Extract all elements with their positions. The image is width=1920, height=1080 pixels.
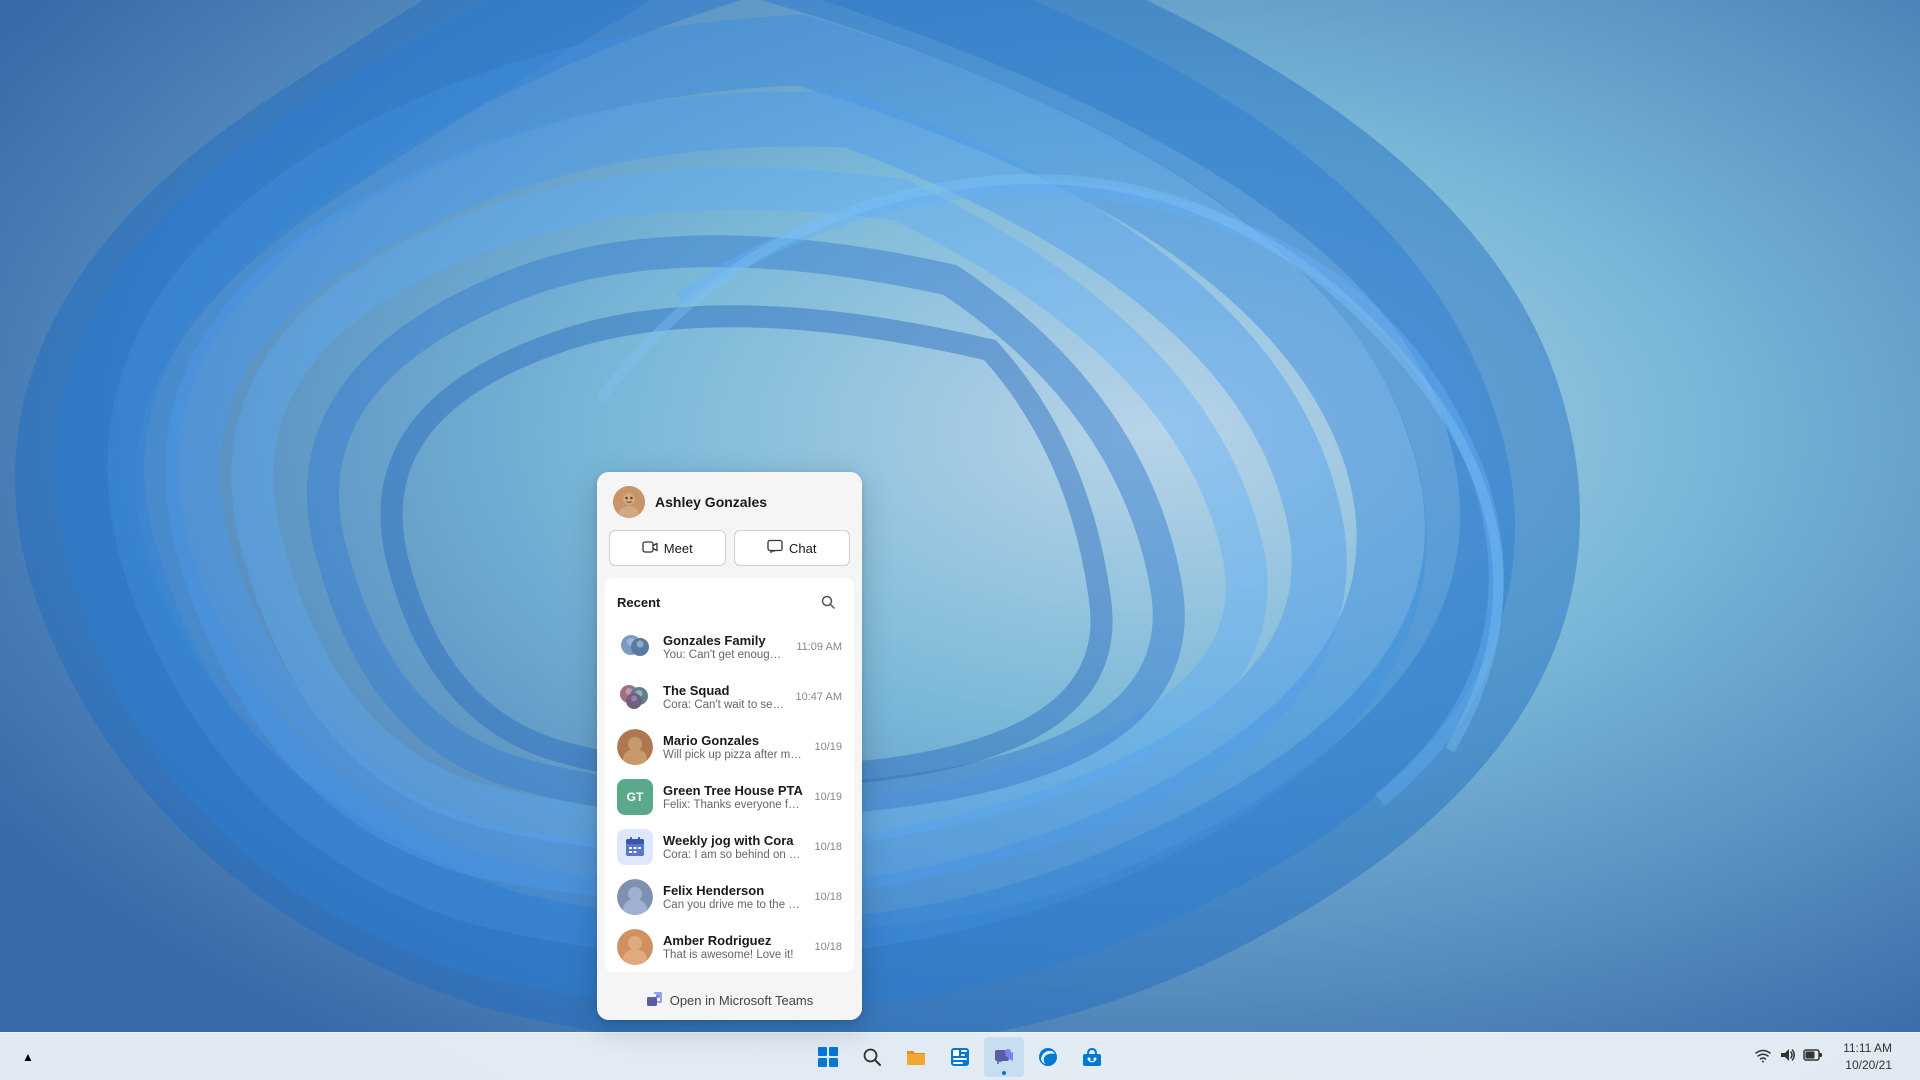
chat-avatar <box>617 929 653 965</box>
chat-info: Gonzales Family You: Can't get enough of… <box>663 633 786 661</box>
chat-avatar <box>617 729 653 765</box>
file-explorer-button[interactable] <box>896 1037 936 1077</box>
popup-action-buttons: Meet Chat <box>597 530 862 578</box>
teams-chat-button[interactable] <box>984 1037 1024 1077</box>
chat-name: Amber Rodriguez <box>663 933 804 948</box>
recent-section: Recent <box>605 578 854 972</box>
popup-header: Ashley Gonzales <box>597 472 862 530</box>
chat-avatar <box>617 679 653 715</box>
clock-date: 10/20/21 <box>1843 1057 1892 1074</box>
chat-icon <box>767 539 783 558</box>
system-tray-overflow[interactable]: ▲ <box>8 1037 48 1077</box>
chat-list: Gonzales Family You: Can't get enough of… <box>605 622 854 972</box>
meet-icon <box>642 539 658 558</box>
chat-avatar <box>617 629 653 665</box>
chat-item[interactable]: GT Green Tree House PTA Felix: Thanks ev… <box>609 772 850 822</box>
chat-avatar: GT <box>617 779 653 815</box>
battery-icon[interactable] <box>1803 1048 1823 1065</box>
chat-preview: Felix: Thanks everyone for attending tod… <box>663 799 804 811</box>
chat-item[interactable]: Felix Henderson Can you drive me to the … <box>609 872 850 922</box>
store-button[interactable] <box>1072 1037 1112 1077</box>
desktop: Ashley Gonzales Meet <box>0 0 1920 1080</box>
chat-time: 10:47 AM <box>796 691 842 703</box>
volume-icon[interactable] <box>1779 1047 1795 1066</box>
chat-item[interactable]: Weekly jog with Cora Cora: I am so behin… <box>609 822 850 872</box>
chat-name: Gonzales Family <box>663 633 786 648</box>
taskbar: ▲ <box>0 1032 1920 1080</box>
chat-name: The Squad <box>663 683 786 698</box>
chat-avatar <box>617 879 653 915</box>
chat-name: Green Tree House PTA <box>663 783 804 798</box>
meet-button[interactable]: Meet <box>609 530 726 566</box>
open-teams-label: Open in Microsoft Teams <box>670 993 814 1008</box>
system-tray-icons <box>1747 1047 1831 1066</box>
chat-item[interactable]: Amber Rodriguez That is awesome! Love it… <box>609 922 850 972</box>
chat-name: Felix Henderson <box>663 883 804 898</box>
widgets-button[interactable] <box>940 1037 980 1077</box>
chat-name: Weekly jog with Cora <box>663 833 804 848</box>
chat-preview: You: Can't get enough of her. <box>663 649 786 661</box>
chat-info: Felix Henderson Can you drive me to the … <box>663 883 804 911</box>
chat-popup: Ashley Gonzales Meet <box>597 472 862 1020</box>
search-button[interactable] <box>814 588 842 616</box>
chat-time: 10/18 <box>814 941 842 953</box>
start-button[interactable] <box>808 1037 848 1077</box>
chat-info: Amber Rodriguez That is awesome! Love it… <box>663 933 804 961</box>
chat-name: Mario Gonzales <box>663 733 804 748</box>
chat-time: 11:09 AM <box>796 641 842 653</box>
wallpaper <box>0 0 1920 1080</box>
chat-item[interactable]: The Squad Cora: Can't wait to see everyo… <box>609 672 850 722</box>
chat-time: 10/18 <box>814 891 842 903</box>
show-desktop-button[interactable] <box>1904 1037 1908 1077</box>
chat-preview: Will pick up pizza after my practice. <box>663 749 804 761</box>
recent-label: Recent <box>617 595 660 610</box>
edge-button[interactable] <box>1028 1037 1068 1077</box>
chat-preview: Cora: Can't wait to see everyone! <box>663 699 786 711</box>
chat-info: Weekly jog with Cora Cora: I am so behin… <box>663 833 804 861</box>
chat-time: 10/18 <box>814 841 842 853</box>
clock-time: 11:11 AM <box>1843 1040 1892 1057</box>
meet-label: Meet <box>664 541 693 556</box>
wifi-icon[interactable] <box>1755 1047 1771 1066</box>
chat-preview: That is awesome! Love it! <box>663 949 804 961</box>
user-avatar <box>613 486 645 518</box>
chat-item[interactable]: Gonzales Family You: Can't get enough of… <box>609 622 850 672</box>
chat-preview: Cora: I am so behind on my step goals. <box>663 849 804 861</box>
user-name-label: Ashley Gonzales <box>655 494 767 510</box>
chat-label: Chat <box>789 541 816 556</box>
chat-info: Mario Gonzales Will pick up pizza after … <box>663 733 804 761</box>
chat-item[interactable]: Mario Gonzales Will pick up pizza after … <box>609 722 850 772</box>
taskbar-right: 11:11 AM 10/20/21 <box>1747 1037 1908 1077</box>
chat-time: 10/19 <box>814 791 842 803</box>
search-button[interactable] <box>852 1037 892 1077</box>
chat-avatar <box>617 829 653 865</box>
chat-button[interactable]: Chat <box>734 530 851 566</box>
recent-header: Recent <box>605 578 854 622</box>
chat-time: 10/19 <box>814 741 842 753</box>
chat-info: Green Tree House PTA Felix: Thanks every… <box>663 783 804 811</box>
taskbar-center-icons <box>808 1037 1112 1077</box>
chat-info: The Squad Cora: Can't wait to see everyo… <box>663 683 786 711</box>
chat-preview: Can you drive me to the PTA today? <box>663 899 804 911</box>
open-teams-button[interactable]: Open in Microsoft Teams <box>597 980 862 1020</box>
system-clock[interactable]: 11:11 AM 10/20/21 <box>1835 1040 1900 1074</box>
